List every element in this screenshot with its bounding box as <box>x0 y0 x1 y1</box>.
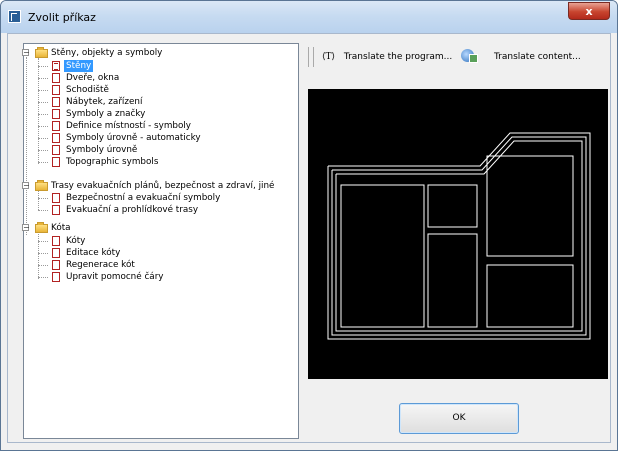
tree-item-label: Schodiště <box>66 85 109 95</box>
command-icon <box>52 236 60 246</box>
command-icon <box>52 260 60 270</box>
outer-wall-outline <box>331 136 587 336</box>
collapse-icon[interactable]: − <box>22 224 30 232</box>
ok-button[interactable]: OK <box>399 403 519 434</box>
tree-item-label: Regenerace kót <box>66 260 135 270</box>
tree-group-dimensions[interactable]: − Kóta <box>22 222 294 234</box>
command-icon <box>52 85 60 95</box>
tree-line <box>38 198 48 200</box>
tree-line <box>38 241 48 243</box>
walls-preview-drawing <box>327 132 591 340</box>
tree-item-label: Editace kóty <box>66 248 121 258</box>
collapse-icon[interactable]: − <box>22 49 30 57</box>
tree-line <box>38 265 48 267</box>
command-icon <box>52 109 60 119</box>
tree-line <box>38 138 48 140</box>
command-preview <box>308 89 608 379</box>
tree-group-label: Trasy evakuačních plánů, bezpečnost a zd… <box>51 181 275 191</box>
tree-line <box>38 126 48 128</box>
tree-item-label: Symboly a značky <box>66 109 146 119</box>
outer-wall-outline <box>327 132 591 340</box>
title-bar[interactable]: Zvolit příkaz x <box>1 1 617 33</box>
tree-item-label: Symboly úrovně <box>66 145 138 155</box>
folder-icon <box>35 47 48 58</box>
tree-line <box>26 57 28 235</box>
translate-content-button[interactable]: Translate content... <box>494 52 581 62</box>
tree-line <box>38 114 48 116</box>
command-icon <box>52 205 60 215</box>
folder-icon <box>35 222 48 233</box>
tree-line <box>38 162 48 164</box>
tree-line <box>38 90 48 92</box>
tree-line <box>38 253 48 255</box>
tree-item-label: Upravit pomocné čáry <box>66 272 164 282</box>
translate-program-label: Translate the program... <box>343 52 453 62</box>
tree-item-label: Stěny <box>64 60 94 72</box>
tree-line <box>38 210 48 212</box>
tree-item-label: Topographic symbols <box>66 157 159 167</box>
room-outline <box>427 184 478 228</box>
command-icon <box>52 121 60 131</box>
dialog-window: Zvolit příkaz x − Stěny, objekty a symbo… <box>0 0 618 451</box>
tree-line <box>38 66 48 68</box>
command-icon <box>52 73 60 83</box>
tree-item-label: Symboly úrovně - automaticky <box>66 133 201 143</box>
tree-line <box>38 102 48 104</box>
command-icon <box>52 157 60 167</box>
command-icon <box>52 97 60 107</box>
tree-line <box>38 58 40 164</box>
room-outline <box>486 264 574 328</box>
tree-item-label: Nábytek, zařízení <box>66 97 143 107</box>
tree-line <box>38 277 48 279</box>
tree-group-walls[interactable]: − Stěny, objekty a symboly <box>22 47 294 59</box>
room-outline <box>486 155 574 257</box>
command-icon <box>52 133 60 143</box>
translate-text-icon: ⟨T⟩ <box>322 52 336 62</box>
command-icon <box>52 145 60 155</box>
app-icon <box>8 10 21 23</box>
close-button[interactable]: x <box>568 2 610 20</box>
translate-globe-icon[interactable] <box>461 49 478 63</box>
translate-program-button[interactable]: ⟨T⟩ Translate the program... <box>322 52 452 62</box>
command-icon <box>52 272 60 282</box>
tree-group-label: Kóta <box>51 223 71 233</box>
command-icon <box>52 193 60 203</box>
translation-toolbar: ⟨T⟩ Translate the program... Translate c… <box>308 45 608 73</box>
tree-item-label: Dveře, okna <box>66 73 120 83</box>
command-icon <box>52 248 60 258</box>
tree-item-label: Kóty <box>66 236 86 246</box>
tree-group-label: Stěny, objekty a symboly <box>51 48 163 58</box>
tree-item-label: Definice místností - symboly <box>66 121 192 131</box>
collapse-icon[interactable]: − <box>22 182 30 190</box>
tree-item-label: Bezpečnostní a evakuační symboly <box>66 193 221 203</box>
tree-line <box>38 150 48 152</box>
tree-line <box>38 78 48 80</box>
tree-group-evacuation[interactable]: − Trasy evakuačních plánů, bezpečnost a … <box>22 180 294 192</box>
toolbar-grip[interactable] <box>308 47 314 67</box>
command-icon <box>52 61 60 71</box>
room-outline <box>340 184 425 328</box>
room-outline <box>427 233 478 328</box>
command-tree[interactable]: − Stěny, objekty a symboly Stěny Dveře, … <box>22 43 299 439</box>
folder-icon <box>35 180 48 191</box>
tree-item-label: Evakuační a prohlídkové trasy <box>66 205 199 215</box>
window-title: Zvolit příkaz <box>28 11 96 24</box>
